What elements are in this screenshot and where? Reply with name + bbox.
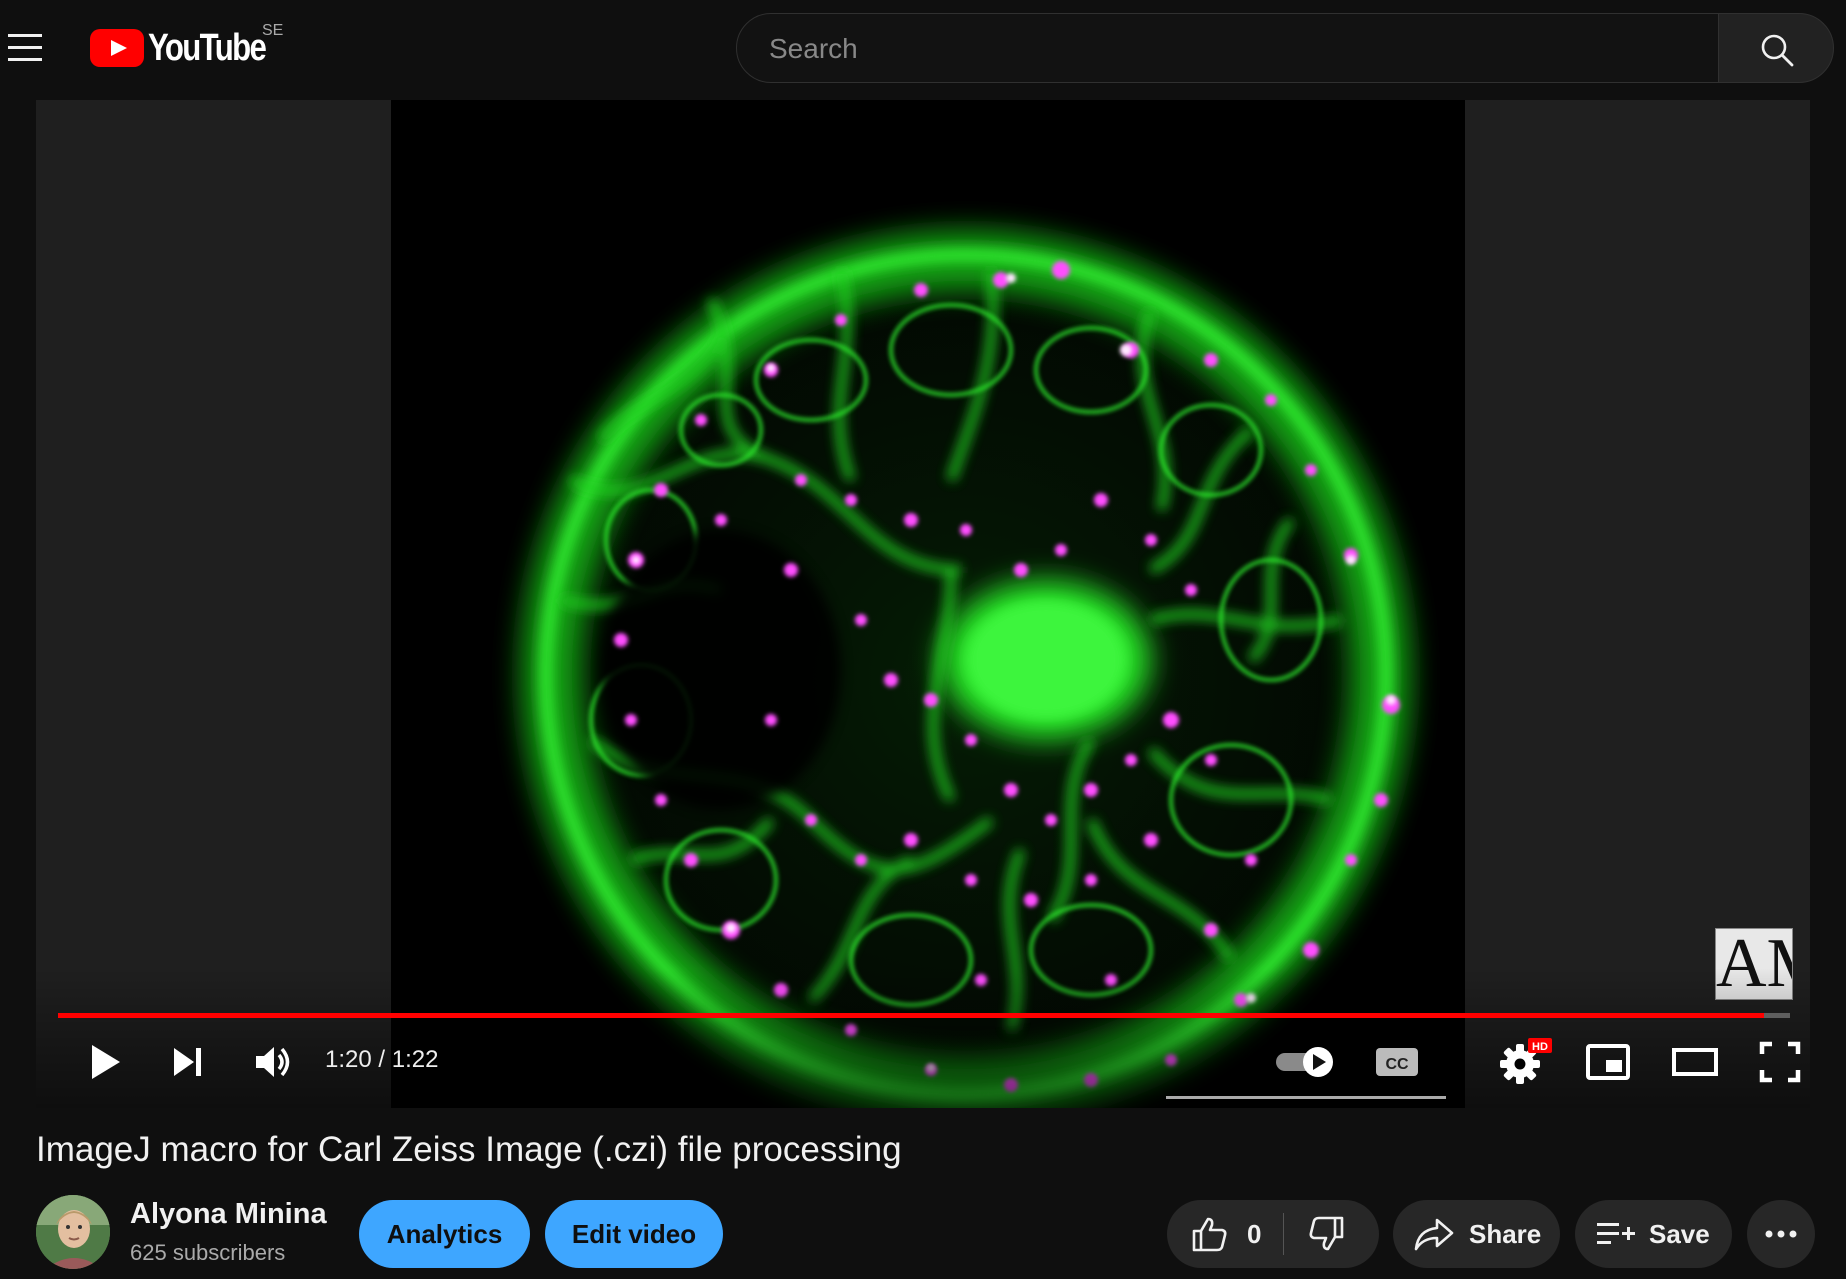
- video-title: ImageJ macro for Carl Zeiss Image (.czi)…: [36, 1130, 902, 1169]
- search-button[interactable]: [1718, 13, 1834, 83]
- time-separator: /: [371, 1046, 392, 1073]
- fullscreen-icon: [1759, 1041, 1801, 1083]
- autoplay-underline: [1166, 1096, 1446, 1099]
- next-button[interactable]: [166, 1040, 210, 1084]
- save-label: Save: [1649, 1218, 1710, 1249]
- masthead: YouTube SE: [0, 0, 1846, 100]
- like-count: 0: [1247, 1218, 1262, 1249]
- analytics-button[interactable]: Analytics: [359, 1200, 530, 1268]
- subscriber-count: 625 subscribers: [130, 1240, 286, 1265]
- share-icon: [1414, 1218, 1454, 1251]
- edit-video-button[interactable]: Edit video: [545, 1200, 723, 1268]
- dislike-button[interactable]: [1283, 1200, 1379, 1268]
- menu-icon[interactable]: [8, 30, 44, 66]
- time-current: 1:20: [325, 1046, 372, 1073]
- save-button[interactable]: Save: [1575, 1200, 1732, 1268]
- cc-label: CC: [1385, 1056, 1409, 1073]
- search-box: [736, 13, 1719, 84]
- gear-icon: HD: [1500, 1038, 1552, 1084]
- thumbs-down-icon: [1309, 1216, 1344, 1251]
- more-actions-button[interactable]: [1747, 1200, 1815, 1268]
- time-total: 1:22: [391, 1046, 439, 1073]
- play-button[interactable]: [82, 1040, 126, 1084]
- thumbs-up-icon: [1192, 1217, 1227, 1252]
- closed-captions-icon: CC: [1376, 1048, 1418, 1076]
- like-dislike-group: 0: [1167, 1200, 1379, 1268]
- theater-mode-icon: [1672, 1048, 1718, 1076]
- logo-text: YouTube: [148, 26, 267, 69]
- autoplay-toggle-icon: [1276, 1047, 1333, 1077]
- like-dislike-divider: [1283, 1213, 1284, 1255]
- like-button[interactable]: 0: [1167, 1200, 1283, 1268]
- mute-button[interactable]: [250, 1040, 294, 1084]
- country-code: SE: [262, 22, 284, 39]
- more-horizontal-icon: [1765, 1230, 1797, 1238]
- progress-bar-played: [58, 1013, 1765, 1018]
- fullscreen-button[interactable]: [1758, 1040, 1802, 1084]
- youtube-logo[interactable]: YouTube: [90, 26, 291, 69]
- search-input[interactable]: [767, 14, 1671, 84]
- youtube-play-logo-icon: [90, 29, 144, 67]
- subtitles-button[interactable]: CC: [1372, 1038, 1422, 1086]
- avatar[interactable]: [36, 1195, 110, 1269]
- fluorescent-cell-image: [391, 100, 1465, 1108]
- time-display: 1:20 / 1:22: [325, 1046, 438, 1074]
- channel-avatar-image: [36, 1195, 110, 1269]
- share-label: Share: [1469, 1218, 1542, 1249]
- player-pillarbox-left: [36, 100, 391, 1108]
- volume-icon: [256, 1047, 290, 1077]
- video-frame[interactable]: [391, 100, 1465, 1108]
- progress-bar[interactable]: [58, 1013, 1790, 1018]
- autoplay-toggle[interactable]: [1272, 1038, 1338, 1086]
- search-icon: [1761, 34, 1794, 67]
- miniplayer-button[interactable]: [1584, 1040, 1632, 1084]
- video-player[interactable]: AM 1:20 / 1:22: [36, 100, 1810, 1108]
- play-icon: [92, 1045, 120, 1079]
- playlist-add-icon: [1597, 1223, 1635, 1244]
- share-button[interactable]: Share: [1393, 1200, 1560, 1268]
- hd-badge: HD: [1532, 1041, 1548, 1053]
- settings-button[interactable]: HD: [1498, 1034, 1558, 1090]
- miniplayer-icon: [1586, 1044, 1630, 1080]
- channel-name[interactable]: Alyona Minina: [130, 1198, 327, 1231]
- theater-mode-button[interactable]: [1670, 1040, 1720, 1084]
- skip-next-icon: [174, 1048, 201, 1076]
